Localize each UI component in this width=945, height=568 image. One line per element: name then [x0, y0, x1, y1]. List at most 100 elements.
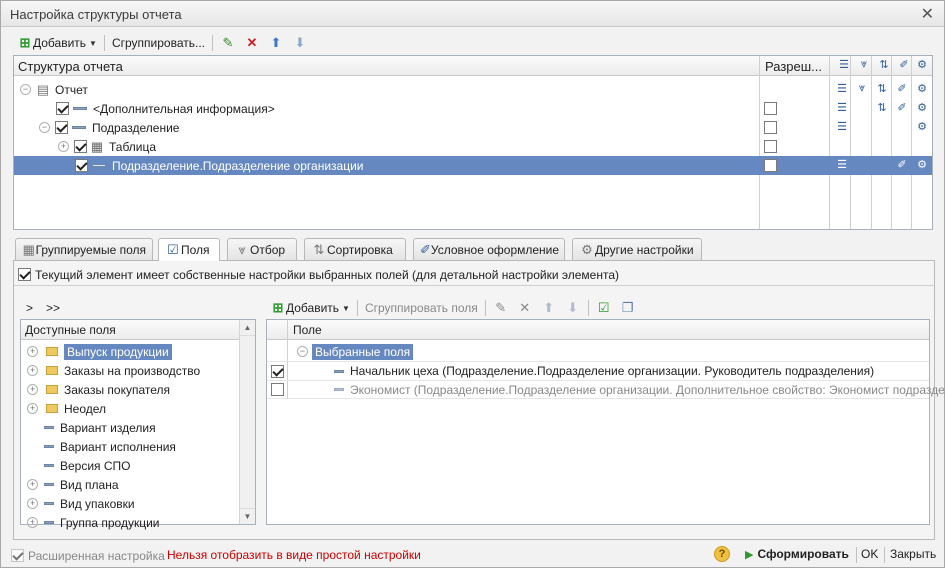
own-settings-checkbox[interactable]: [18, 268, 31, 281]
row-checkbox[interactable]: [56, 102, 69, 115]
selected-group-button[interactable]: Сгруппировать поля: [361, 298, 482, 318]
structure-tree[interactable]: Структура отчета Разреш... ☰ ⩔ ⇅ ✐ ⚙ − ▤…: [13, 55, 933, 230]
tree-row-department[interactable]: − Подразделение: [14, 118, 932, 137]
selected-down-button[interactable]: ⬇: [561, 298, 585, 318]
add-all-button[interactable]: >>: [46, 301, 60, 315]
tree-row-report[interactable]: − ▤ Отчет: [14, 80, 932, 99]
expand-icon[interactable]: +: [27, 479, 38, 490]
selected-add-button[interactable]: ⊞ Добавить ▼: [266, 298, 354, 318]
row-checkbox[interactable]: [75, 159, 88, 172]
separator: [484, 300, 486, 316]
expand-icon[interactable]: +: [27, 384, 38, 395]
group-button[interactable]: Сгруппировать...: [108, 33, 209, 53]
selected-group-row[interactable]: − Выбранные поля: [289, 342, 414, 361]
available-field-row[interactable]: + Вид упаковки: [21, 494, 135, 513]
ok-button[interactable]: OK: [857, 544, 882, 564]
table-icon: ▦: [90, 138, 104, 154]
scrollbar[interactable]: ▲ ▼: [239, 320, 255, 524]
available-field-row[interactable]: + Заказы покупателя: [21, 380, 170, 399]
edit-button[interactable]: ✎: [216, 33, 240, 53]
available-fields-list[interactable]: Доступные поля ▲ ▼ + Выпуск продукции + Зак…: [20, 319, 256, 530]
generate-label: Сформировать: [757, 547, 849, 561]
sort-column-icon[interactable]: ⇅: [876, 58, 892, 74]
available-field-row[interactable]: +Версия СПО: [21, 456, 131, 475]
available-field-row[interactable]: +Вариант исполнения: [21, 437, 176, 456]
available-field-label: Вид плана: [60, 477, 119, 492]
expand-icon[interactable]: +: [27, 498, 38, 509]
other-settings-column-icon[interactable]: ⚙: [914, 58, 930, 74]
arrow-down-icon: ⬇: [294, 35, 306, 50]
add-one-button[interactable]: >: [26, 301, 33, 315]
collapse-icon[interactable]: −: [20, 84, 31, 95]
selected-field-row[interactable]: Экономист (Подразделение.Подразделение о…: [267, 380, 945, 399]
add-button[interactable]: ⊞ Добавить ▼: [13, 33, 101, 53]
field-icon: [44, 502, 54, 505]
generate-button[interactable]: ▶ Сформировать: [741, 544, 853, 564]
close-icon[interactable]: ✕: [921, 4, 934, 24]
collapse-icon[interactable]: −: [39, 122, 50, 133]
field-icon: [44, 521, 54, 524]
tab-grouping-fields[interactable]: ▦ Группируемые поля: [15, 238, 153, 260]
footer-bar: Расширенная настройка Нельзя отобразить …: [1, 543, 944, 567]
selected-fields-list[interactable]: Поле − Выбранные поля Начальник цеха (По…: [266, 319, 945, 525]
pencil-icon: ✎: [222, 35, 234, 50]
expand-icon[interactable]: +: [27, 346, 38, 357]
close-button[interactable]: Закрыть: [886, 544, 940, 564]
add-label: Добавить: [33, 36, 87, 50]
tab-fields[interactable]: ☑ Поля: [158, 238, 220, 261]
available-field-row[interactable]: +Вариант изделия: [21, 418, 156, 437]
expand-icon[interactable]: +: [27, 365, 38, 376]
tree-row-additional-info[interactable]: <Дополнительная информация>: [14, 99, 932, 118]
tree-row-table[interactable]: + ▦ Таблица: [14, 137, 932, 156]
play-icon: ▶: [745, 548, 754, 561]
move-down-button[interactable]: ⬇: [288, 33, 312, 53]
available-field-row[interactable]: + Группа продукции: [21, 513, 159, 532]
tab-filter[interactable]: ⩔ Отбор: [227, 238, 297, 260]
conditional-format-column-icon[interactable]: ✐: [896, 58, 912, 74]
own-settings-row[interactable]: Текущий элемент имеет собственные настро…: [18, 265, 619, 284]
check-all-button[interactable]: ☑: [592, 298, 616, 318]
help-icon[interactable]: ?: [714, 546, 730, 562]
add-icon: ⊞: [19, 35, 31, 50]
available-field-row[interactable]: + Заказы на производство: [21, 361, 200, 380]
collapse-icon[interactable]: −: [297, 346, 308, 357]
row-checkbox[interactable]: [55, 121, 68, 134]
fields-icon: ☑: [167, 242, 179, 257]
available-field-row[interactable]: + Вид плана: [21, 475, 119, 494]
field-checkbox[interactable]: [271, 383, 284, 396]
grouping-icon: ☰: [837, 102, 847, 114]
field-label: Начальник цеха (Подразделение.Подразделе…: [350, 364, 875, 378]
title-bar[interactable]: Настройка структуры отчета ✕: [1, 1, 944, 27]
move-up-button[interactable]: ⬆: [264, 33, 288, 53]
tab-label: Сортировка: [327, 242, 393, 257]
tab-conditional-format[interactable]: ✐ Условное оформление: [413, 238, 565, 260]
delete-button[interactable]: ✕: [240, 33, 264, 53]
selected-delete-button[interactable]: ✕: [513, 298, 537, 318]
expand-icon[interactable]: +: [27, 403, 38, 414]
extended-settings-row[interactable]: Расширенная настройка: [11, 546, 165, 565]
selected-up-button[interactable]: ⬆: [537, 298, 561, 318]
available-field-row[interactable]: + Неодел: [21, 399, 106, 418]
selected-edit-button[interactable]: ✎: [489, 298, 513, 318]
available-field-label: Заказы на производство: [64, 363, 201, 378]
filter-column-icon[interactable]: ⩔: [856, 58, 872, 74]
extended-settings-checkbox[interactable]: [11, 549, 24, 562]
expand-icon[interactable]: +: [27, 517, 38, 528]
filter-icon: ⩔: [858, 82, 866, 94]
tree-row-org-department[interactable]: Подразделение.Подразделение организации: [14, 156, 932, 175]
allow-checkbox[interactable]: [764, 102, 777, 115]
field-checkbox[interactable]: [271, 364, 284, 378]
row-checkbox[interactable]: [74, 140, 87, 153]
scroll-down-icon[interactable]: ▼: [240, 508, 255, 524]
selected-field-row[interactable]: Начальник цеха (Подразделение.Подразделе…: [267, 361, 929, 380]
allow-checkbox[interactable]: [764, 159, 777, 172]
allow-checkbox[interactable]: [764, 140, 777, 153]
expand-icon[interactable]: +: [58, 141, 69, 152]
scroll-up-icon[interactable]: ▲: [240, 320, 255, 336]
available-field-row[interactable]: + Выпуск продукции: [21, 342, 172, 361]
tab-sorting[interactable]: ⇅ Сортировка: [304, 238, 406, 260]
field-icon: [44, 483, 54, 486]
uncheck-all-button[interactable]: ❐: [616, 298, 640, 318]
tab-other-settings[interactable]: ⚙ Другие настройки: [572, 238, 702, 260]
allow-checkbox[interactable]: [764, 121, 777, 134]
